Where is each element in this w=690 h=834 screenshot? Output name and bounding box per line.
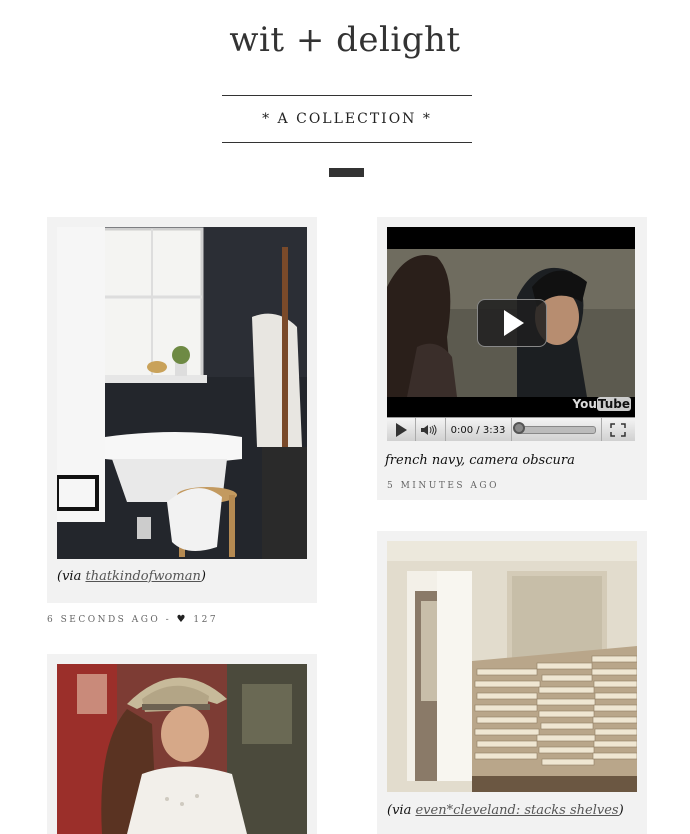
woman-in-hat-photo[interactable]: [57, 664, 307, 834]
play-icon: [504, 310, 524, 336]
site-title[interactable]: wit + delight: [0, 20, 690, 60]
bathroom-photo[interactable]: [57, 227, 307, 559]
play-icon: [395, 423, 407, 437]
video-controls: 0:00 / 3:33: [387, 417, 635, 441]
play-button[interactable]: [477, 299, 547, 347]
divider-bar: [329, 168, 364, 177]
seek-bar[interactable]: [511, 418, 602, 441]
post-caption: (via even*cleveland: stacks shelves): [387, 803, 624, 818]
collection-subtitle: * A COLLECTION *: [222, 95, 472, 143]
youtube-video[interactable]: YouTube 0:00 / 3:33: [387, 227, 635, 441]
post-card-books: (via even*cleveland: stacks shelves): [377, 531, 647, 834]
like-count: 127: [193, 615, 219, 625]
volume-control[interactable]: [415, 418, 446, 441]
post-card-woman: [47, 654, 317, 834]
fullscreen-icon: [610, 423, 626, 437]
stacked-books-photo[interactable]: [387, 541, 637, 792]
post-card-video: YouTube 0:00 / 3:33 french navy, camera …: [377, 217, 647, 500]
volume-icon: [421, 424, 437, 436]
youtube-logo: YouTube: [572, 397, 631, 411]
post-timestamp[interactable]: 6 SECONDS AGO: [47, 615, 160, 625]
seek-handle[interactable]: [513, 422, 525, 434]
time-display: 0:00 / 3:33: [445, 418, 512, 441]
fullscreen-button[interactable]: [601, 418, 635, 441]
source-link[interactable]: even*cleveland: stacks shelves: [415, 803, 618, 818]
source-link[interactable]: thatkindofwoman: [85, 569, 200, 584]
post-caption: (via thatkindofwoman): [57, 569, 206, 584]
post-caption: french navy, camera obscura: [385, 453, 575, 468]
play-control[interactable]: [387, 418, 416, 441]
heart-icon[interactable]: ♥: [177, 614, 188, 625]
post-timestamp[interactable]: 5 MINUTES AGO: [387, 481, 499, 491]
post-meta: 6 SECONDS AGO - ♥ 127: [47, 614, 219, 625]
post-card-bathroom: (via thatkindofwoman): [47, 217, 317, 603]
